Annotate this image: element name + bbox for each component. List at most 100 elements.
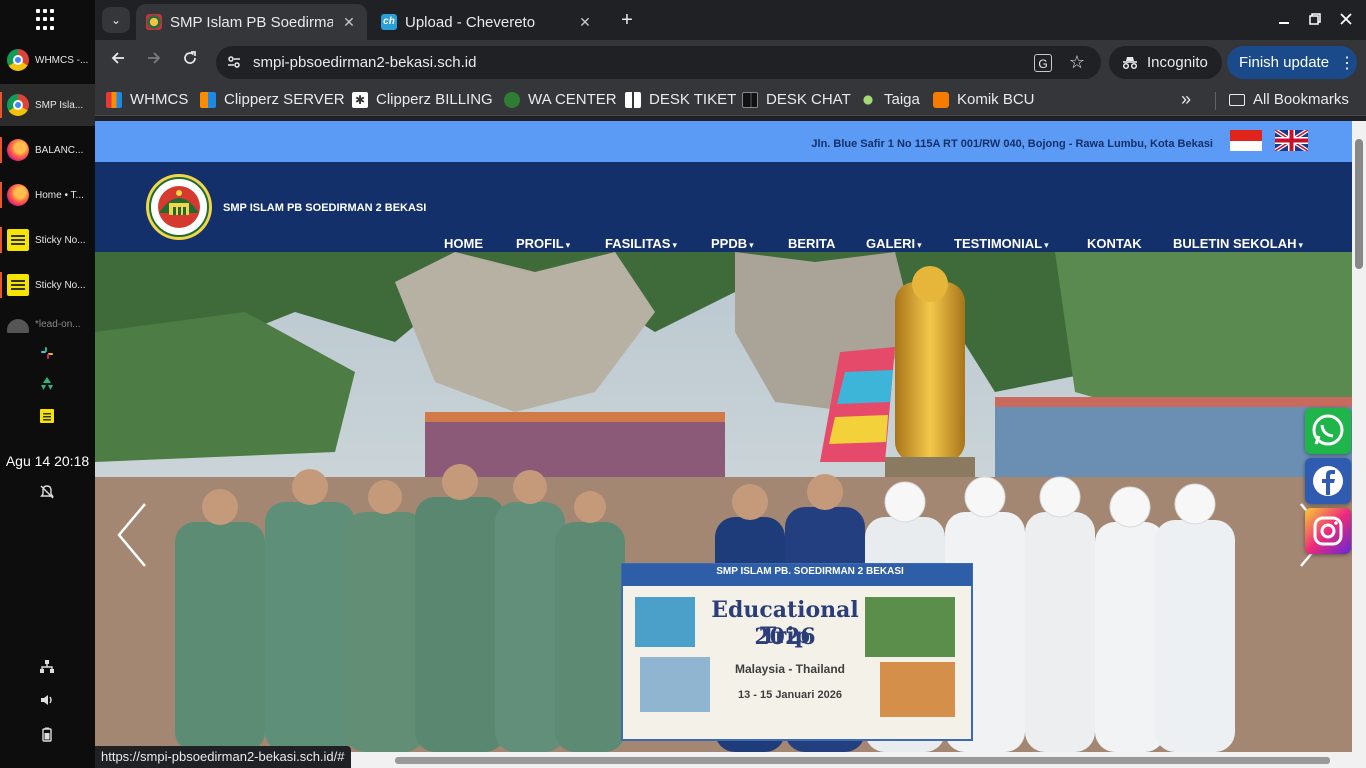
banner-header: SMP ISLAM PB. SOEDIRMAN 2 BEKASI (716, 566, 904, 577)
taskbar-item-home[interactable]: Home • T... (0, 174, 95, 216)
back-arrow-icon[interactable] (106, 50, 130, 74)
taskbar-item-label: SMP Isla... (35, 99, 84, 111)
school-logo[interactable] (145, 173, 213, 241)
facebook-icon[interactable] (1305, 458, 1351, 504)
notifications-off-icon[interactable] (38, 484, 56, 502)
folder-icon (1229, 93, 1245, 106)
new-tab-plus-icon[interactable]: + (615, 8, 639, 32)
close-icon[interactable]: ✕ (577, 14, 593, 31)
finish-update-button[interactable]: Finish update ⋮ (1227, 46, 1357, 79)
firefox-icon (7, 184, 29, 206)
volume-icon[interactable] (38, 692, 56, 710)
taskbar-item-sticky-1[interactable]: Sticky No... (0, 219, 95, 261)
nav-ppdb[interactable]: PPDB ▾ (711, 236, 754, 251)
nav-home[interactable]: HOME (444, 236, 483, 251)
nav-fasilitas[interactable]: FASILITAS ▾ (605, 236, 677, 251)
slack-icon[interactable] (38, 344, 56, 362)
chevron-right-double-icon[interactable]: » (1181, 89, 1191, 110)
tab-smp-islam[interactable]: SMP Islam PB Soedirman 2 Bekasi ✕ (136, 4, 367, 40)
tab-search-button[interactable]: ⌄ (102, 7, 130, 33)
main-navigation: HOME PROFIL ▾ FASILITAS ▾ PPDB ▾ BERITA GAL… (95, 236, 1352, 252)
url-text[interactable]: smpi-pbsoedirman2-bekasi.sch.id (253, 54, 476, 71)
indonesia-flag-icon[interactable] (1230, 130, 1262, 151)
taskbar-item-label: Home • T... (35, 189, 84, 201)
close-window-icon[interactable] (1334, 8, 1358, 32)
apps-grid-icon[interactable] (36, 9, 58, 31)
caret-down-icon: ▾ (1298, 240, 1304, 250)
bookmark-taiga[interactable]: Taiga (860, 91, 920, 108)
incognito-indicator[interactable]: Incognito (1109, 46, 1222, 79)
maximize-icon[interactable] (1303, 8, 1327, 32)
app-icon (7, 319, 29, 333)
clock[interactable]: Agu 14 20:18 (0, 453, 95, 469)
taskbar-item-sticky-2[interactable]: Sticky No... (0, 264, 95, 306)
nav-kontak[interactable]: KONTAK (1087, 236, 1142, 251)
bookmark-whmcs[interactable]: WHMCS (106, 91, 188, 108)
slider-prev-arrow-icon[interactable] (115, 502, 149, 568)
bookmark-wa-center[interactable]: WA CENTER (504, 91, 617, 108)
all-bookmarks-label: All Bookmarks (1253, 91, 1349, 108)
taskbar-item-balance[interactable]: BALANC... (0, 129, 95, 171)
site-info-icon[interactable] (226, 54, 242, 70)
scrollbar-thumb[interactable] (395, 757, 1330, 764)
nav-profil[interactable]: PROFIL ▾ (516, 236, 570, 251)
caret-down-icon: ▾ (565, 240, 571, 250)
hero-photo (95, 252, 1352, 752)
hero-slider[interactable]: SMP ISLAM PB. SOEDIRMAN 2 BEKASI Educati… (95, 252, 1352, 752)
vertical-scrollbar[interactable] (1352, 121, 1366, 768)
tab-chevereto[interactable]: ch Upload - Chevereto ✕ (371, 4, 603, 40)
reload-icon[interactable] (178, 50, 202, 74)
translate-icon[interactable]: G (1034, 54, 1052, 72)
uk-flag-icon[interactable] (1275, 130, 1308, 151)
site-header: SMP ISLAM PB SOEDIRMAN 2 BEKASI HOME PRO… (95, 162, 1352, 252)
bookmark-clipperz-server[interactable]: Clipperz SERVER (200, 91, 345, 108)
bookmark-label: DESK CHAT (766, 91, 851, 108)
caret-down-icon: ▾ (1044, 240, 1049, 250)
taskbar-item-label: WHMCS -... (35, 54, 89, 66)
browser-toolbar: smpi-pbsoedirman2-bekasi.sch.id G ☆ Inco… (95, 40, 1366, 84)
banner-destination: Malaysia - Thailand (734, 662, 846, 676)
bookmark-komik-bcu[interactable]: Komik BCU (933, 91, 1035, 108)
close-icon[interactable]: ✕ (341, 14, 357, 31)
desk-chat-icon (742, 91, 758, 108)
bookmarks-divider (1215, 92, 1216, 110)
incognito-icon (1121, 56, 1139, 70)
bookmark-label: Clipperz BILLING (376, 91, 493, 108)
battery-icon[interactable] (38, 726, 56, 744)
sticky-note-tray-icon[interactable] (38, 407, 56, 425)
bookmark-star-icon[interactable]: ☆ (1066, 51, 1088, 73)
site-topbar: Jln. Blue Safir 1 No 115A RT 001/RW 040,… (95, 121, 1352, 162)
minimize-icon[interactable] (1272, 8, 1296, 32)
running-marker (0, 272, 2, 298)
taskbar-item-lead[interactable]: *lead-on... (0, 309, 95, 333)
bookmark-desk-chat[interactable]: DESK CHAT (742, 91, 851, 108)
forward-arrow-icon[interactable] (142, 50, 166, 74)
school-favicon-icon (146, 14, 162, 30)
running-marker (0, 137, 2, 163)
firefox-icon (7, 139, 29, 161)
instagram-icon[interactable] (1305, 508, 1351, 554)
nav-berita[interactable]: BERITA (788, 236, 835, 251)
running-marker (0, 227, 2, 253)
recycle-icon[interactable] (38, 375, 56, 393)
running-marker (0, 182, 2, 208)
taskbar-item-whmcs[interactable]: WHMCS -... (0, 39, 95, 81)
scrollbar-thumb[interactable] (1355, 139, 1363, 269)
chrome-icon (7, 94, 29, 116)
school-name[interactable]: SMP ISLAM PB SOEDIRMAN 2 BEKASI (223, 202, 426, 214)
nav-testimonial[interactable]: TESTIMONIAL ▾ (954, 236, 1049, 251)
nav-buletin-sekolah[interactable]: BULETIN SEKOLAH ▾ (1173, 236, 1303, 251)
bookmarks-bar: WHMCS Clipperz SERVER ✱ Clipperz BILLING… (95, 84, 1366, 116)
address-bar[interactable]: smpi-pbsoedirman2-bekasi.sch.id G ☆ (216, 46, 1101, 79)
chrome-icon (7, 49, 29, 71)
nav-galeri[interactable]: GALERI ▾ (866, 236, 922, 251)
taskbar-item-smp[interactable]: SMP Isla... (0, 84, 95, 126)
whatsapp-icon[interactable] (1305, 408, 1351, 454)
network-icon[interactable] (38, 658, 56, 676)
bookmark-label: Taiga (884, 91, 920, 108)
all-bookmarks-button[interactable]: All Bookmarks (1229, 91, 1349, 108)
banner-dates: 13 - 15 Januari 2026 (738, 689, 842, 701)
bookmark-desk-tiket[interactable]: DESK TIKET (625, 91, 736, 108)
page-viewport: Jln. Blue Safir 1 No 115A RT 001/RW 040,… (95, 121, 1366, 768)
bookmark-clipperz-billing[interactable]: ✱ Clipperz BILLING (352, 91, 493, 108)
